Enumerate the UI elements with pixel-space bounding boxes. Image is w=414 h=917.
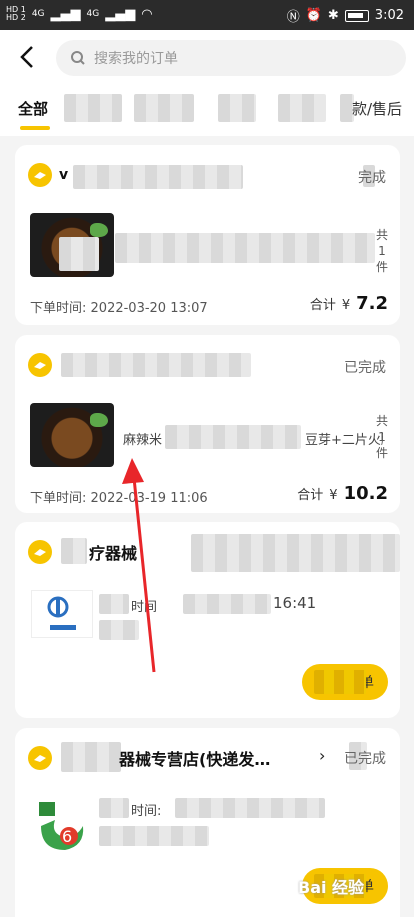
- tab-active-indicator: [20, 126, 50, 130]
- status-right: Ⓝ ⏰ ✱ 3:02: [287, 6, 404, 25]
- info-date-blurred: [183, 594, 271, 614]
- total-amount: 7.2: [356, 293, 388, 314]
- tab-blurred-3[interactable]: [218, 94, 256, 122]
- info-blurred-2: [99, 826, 209, 846]
- total-amount: 10.2: [343, 483, 388, 504]
- alarm-icon: ⏰: [305, 8, 322, 23]
- item-title-blurred: [115, 233, 375, 263]
- info-date-blurred: [175, 798, 325, 818]
- shop-logo-icon: [28, 746, 52, 770]
- signal-icon-2: ▂▄▆: [105, 6, 136, 22]
- status-bar: HD 1 HD 2 4G ▂▄▆ 4G ▂▄▆ ◠ Ⓝ ⏰ ✱ 3:02: [0, 0, 414, 30]
- item-title-tail: 豆芽+二片火腿: [305, 433, 383, 448]
- store-logo: [31, 590, 93, 638]
- currency-symbol: ¥: [329, 488, 338, 503]
- nfc-icon: Ⓝ: [286, 10, 300, 25]
- shop-name-blurred: [61, 742, 121, 772]
- wifi-icon: ◠: [141, 6, 153, 22]
- shop-logo-icon: [28, 540, 52, 564]
- bluetooth-icon: ✱: [327, 8, 339, 23]
- chevron-right-icon[interactable]: ›: [319, 746, 325, 765]
- watermark: Bai 经验: [298, 878, 365, 897]
- store-logo-icon: [47, 596, 76, 630]
- store-logo: 6: [31, 796, 93, 858]
- shop-name[interactable]: v: [59, 167, 68, 183]
- total-label: 合计: [309, 298, 336, 313]
- top-bar: 搜索我的订单: [0, 30, 414, 86]
- order-time-value: 2022-03-19 11:06: [90, 491, 208, 506]
- order-tabs: 全部 款/售后: [0, 86, 414, 136]
- order-time-label: 下单时间:: [30, 491, 87, 506]
- store-logo-icon: 6: [39, 802, 84, 850]
- order-total: 合计 ¥ 10.2: [297, 483, 388, 504]
- info-blurred: [99, 594, 129, 614]
- shop-name-blurred: [61, 353, 251, 377]
- tab-blurred-2[interactable]: [134, 94, 194, 122]
- order-time: 下单时间: 2022-03-19 11:06: [30, 487, 208, 506]
- tab-blurred-1[interactable]: [64, 94, 122, 122]
- clock-time: 3:02: [374, 8, 404, 23]
- shop-name-blurred: [61, 538, 87, 564]
- shop-name[interactable]: 疗器械: [89, 540, 137, 564]
- status-left: HD 1 HD 2 4G ▂▄▆ 4G ▂▄▆ ◠: [6, 6, 153, 22]
- order-card[interactable]: v 完成 共1件 下单时间: 2022-03-20 13:07 合计 ¥ 7.2: [15, 145, 400, 325]
- signal-icon: ▂▄▆: [50, 6, 81, 22]
- tab-refund[interactable]: 款/售后: [352, 98, 402, 119]
- search-icon: [71, 51, 85, 65]
- search-placeholder: 搜索我的订单: [94, 51, 178, 67]
- shop-name[interactable]: 器械专营店(快递发…: [119, 746, 270, 770]
- chevron-left-icon: [20, 46, 33, 68]
- svg-text:6: 6: [62, 827, 72, 846]
- info-time: 16:41: [273, 594, 317, 612]
- signal-4g-label: 4G: [31, 9, 45, 19]
- item-quantity: 共1件: [376, 228, 389, 274]
- shop-logo-icon: [28, 163, 52, 187]
- tab-blurred-4[interactable]: [278, 94, 326, 122]
- sim1-label: HD 1 HD 2: [6, 5, 26, 22]
- info-label: 时间: [131, 600, 158, 615]
- shop-logo-icon: [28, 353, 52, 377]
- order-status: 已完成: [344, 360, 386, 376]
- back-button[interactable]: [14, 42, 44, 72]
- currency-symbol: ¥: [341, 298, 351, 313]
- order-status: 已完成: [344, 751, 386, 767]
- info-label: 时间:: [131, 804, 162, 819]
- order-total: 合计 ¥ 7.2: [310, 293, 388, 314]
- info-blurred-2: [99, 620, 139, 640]
- info-blurred: [99, 798, 129, 818]
- order-status: 完成: [358, 170, 386, 186]
- status-blurred: [191, 534, 400, 572]
- tab-all[interactable]: 全部: [18, 98, 48, 119]
- order-time-label: 下单时间:: [30, 301, 87, 316]
- item-title: 麻辣米: [123, 433, 163, 448]
- total-label: 合计: [297, 488, 324, 503]
- button-label-blurred: [314, 670, 366, 694]
- order-time: 下单时间: 2022-03-20 13:07: [30, 297, 208, 316]
- item-title-blurred: [165, 425, 301, 449]
- battery-icon: [344, 9, 369, 22]
- item-quantity: 共1件: [376, 414, 389, 460]
- order-card[interactable]: 已完成 麻辣米 豆芽+二片火腿 共1件 下单时间: 2022-03-19 11:…: [15, 335, 400, 513]
- shop-name-blurred: [73, 165, 243, 189]
- order-time-value: 2022-03-20 13:07: [90, 301, 208, 316]
- order-action-button[interactable]: 单: [302, 664, 388, 700]
- thumb-blurred: [59, 237, 99, 271]
- order-card[interactable]: 疗器械 时间 16:41 单: [15, 522, 400, 718]
- item-thumbnail[interactable]: [30, 403, 114, 467]
- search-input[interactable]: 搜索我的订单: [56, 40, 406, 76]
- signal-4g-label-2: 4G: [86, 9, 100, 19]
